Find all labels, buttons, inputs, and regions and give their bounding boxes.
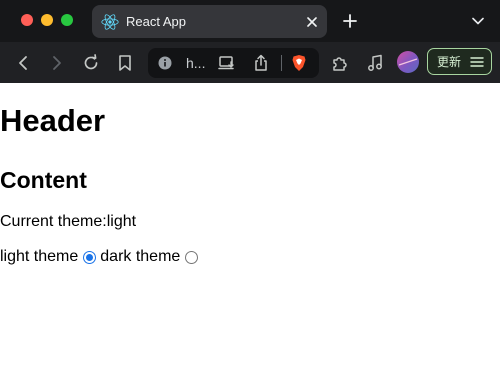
update-button[interactable]: 更新 (427, 48, 492, 75)
omnibox-divider (281, 55, 282, 71)
tab-bar: React App (0, 0, 500, 42)
current-theme-value: light (106, 213, 137, 230)
light-theme-radio[interactable] (83, 250, 97, 264)
close-icon[interactable] (302, 12, 322, 32)
light-theme-label: light theme (0, 248, 79, 265)
theme-radio-group: light theme dark theme (0, 248, 202, 266)
back-arrow-icon[interactable] (11, 51, 35, 75)
plus-icon[interactable] (338, 9, 362, 33)
page-content: Header Content Current theme:light light… (0, 83, 500, 375)
page-header: Header (0, 103, 106, 138)
address-text: h... (186, 55, 206, 71)
hamburger-menu-icon (470, 56, 484, 68)
music-note-icon[interactable] (363, 51, 387, 75)
dark-theme-radio[interactable] (185, 250, 199, 264)
react-icon (101, 13, 119, 31)
content-heading: Content (0, 167, 87, 193)
close-window-button[interactable] (21, 14, 33, 26)
chevron-down-icon[interactable] (468, 11, 488, 31)
install-app-icon[interactable] (218, 54, 236, 72)
reload-icon[interactable] (79, 51, 103, 75)
tab-title: React App (126, 14, 186, 29)
bookmark-icon[interactable] (113, 51, 137, 75)
maximize-window-button[interactable] (61, 14, 73, 26)
browser-tab[interactable]: React App (92, 5, 327, 38)
extensions-icon[interactable] (328, 51, 352, 75)
info-icon[interactable] (158, 56, 172, 70)
dark-theme-label: dark theme (100, 248, 181, 265)
current-theme-label: Current theme: (0, 213, 107, 230)
brave-shields-icon[interactable] (290, 54, 308, 72)
browser-chrome: React App h... 更新 (0, 0, 500, 83)
forward-arrow-icon[interactable] (45, 51, 69, 75)
address-bar[interactable]: h... (148, 48, 319, 78)
avatar[interactable] (397, 51, 419, 73)
minimize-window-button[interactable] (41, 14, 53, 26)
share-icon[interactable] (252, 54, 270, 72)
browser-toolbar: h... (0, 42, 500, 83)
current-theme-text: Current theme:light (0, 213, 136, 231)
update-button-label: 更新 (437, 55, 462, 69)
